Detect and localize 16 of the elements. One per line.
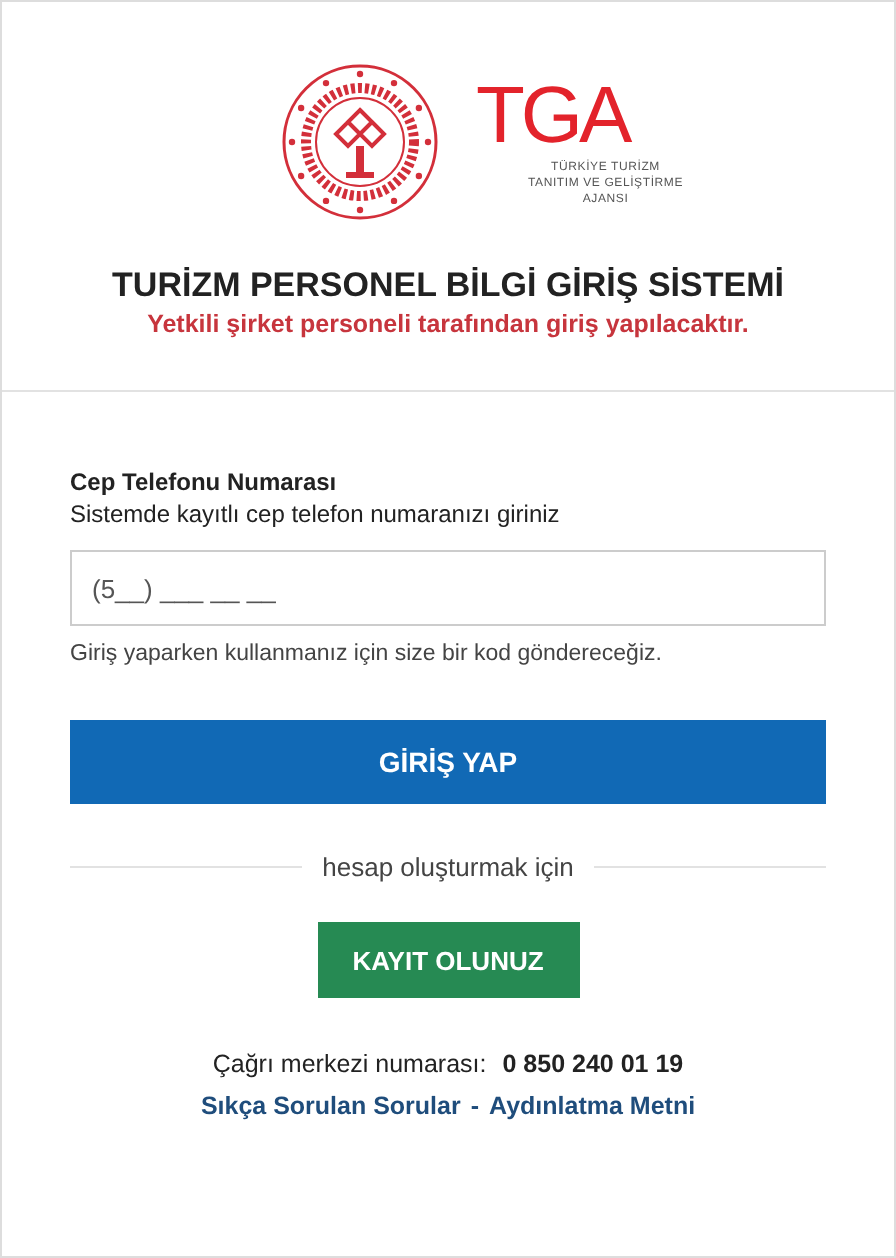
divider-text: hesap oluşturmak için [322,852,574,882]
page-title: TURİZM PERSONEL BİLGİ GİRİŞ SİSTEMİ [110,266,786,306]
footer-link[interactable]: Sıkça Sorulan Sorular [200,1092,461,1120]
call-center-label: Çağrı merkezi numarası: [212,1050,487,1078]
phone-input-field[interactable]: (5__) ___ __ __ [70,550,826,626]
link-separator: - [470,1092,480,1120]
register-button[interactable]: KAYIT OLUNUZ [317,922,579,998]
field-hint: Giriş yaparken kullanmanız için size bir kod göndereceğiz. [70,642,664,666]
call-center-number: 0 850 240 01 19 [502,1050,684,1078]
field-label: Cep Telefonu Numarası [70,468,339,496]
login-button[interactable]: GİRİŞ YAP [70,720,826,804]
field-description: Sistemde kayıtlı cep telefon numaranızı giriniz [70,500,562,528]
subtitle: Yetkili şirket personeli tarafından giriş yapılacaktır. [145,310,751,338]
seal-emblem-icon [280,62,440,222]
footer-link[interactable]: Aydınlatma Metni [489,1092,696,1120]
tga-logo: TGA [476,76,629,156]
